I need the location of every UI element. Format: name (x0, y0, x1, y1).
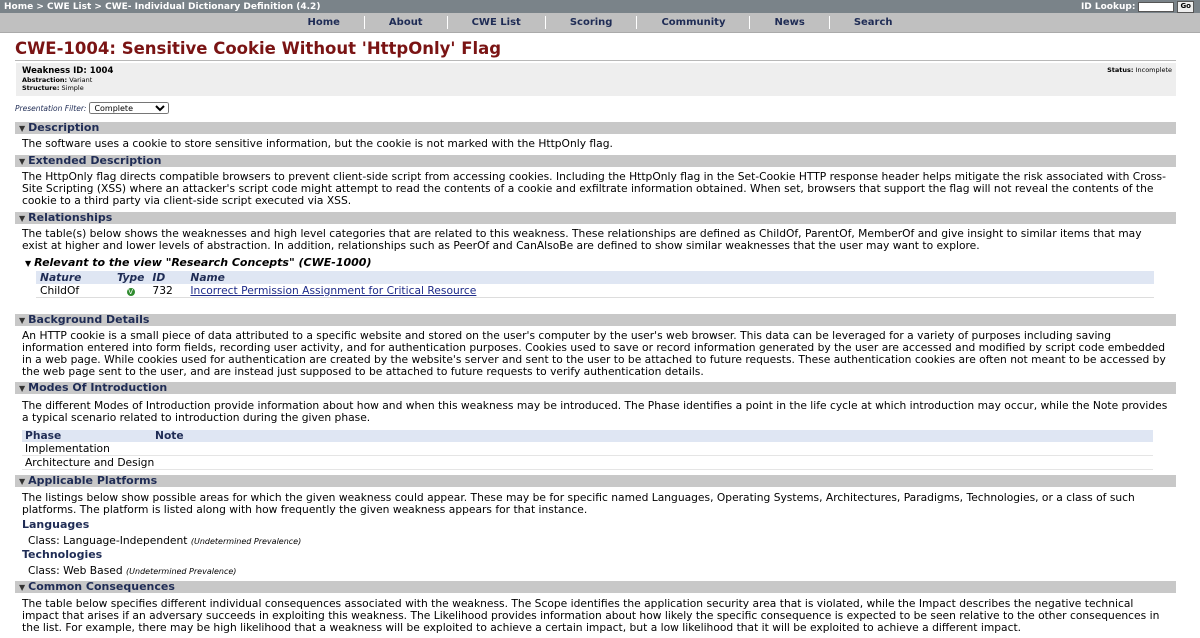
table-row: Architecture and Design (22, 456, 1153, 470)
nav-news[interactable]: News (750, 16, 830, 29)
col-name: Name (186, 271, 1154, 284)
technologies-class: Class: Web Based (Undetermined Prevalenc… (28, 564, 237, 577)
id-lookup-input[interactable] (1138, 1, 1175, 12)
consequences-section: ▼ Common Consequences The table below spe… (15, 581, 1176, 634)
languages-class: Class: Language-Independent (Undetermine… (28, 534, 302, 547)
id-lookup-label: ID Lookup: (1080, 1, 1136, 12)
table-row: Implementation (22, 442, 1153, 456)
consequences-header[interactable]: ▼ Common Consequences (15, 581, 1176, 593)
relationships-table: Nature Type ID Name ChildOf V 732 Incorr… (36, 271, 1154, 298)
modes-header[interactable]: ▼ Modes Of Introduction (15, 382, 1176, 394)
description-header[interactable]: ▼ Description (15, 122, 1176, 134)
related-weakness-link[interactable]: Incorrect Permission Assignment for Crit… (190, 284, 476, 297)
weakness-info-box: Weakness ID: 1004 Abstraction: Variant S… (16, 63, 1176, 96)
relationships-text: The table(s) below shows the weaknesses … (22, 227, 1142, 252)
title-divider (15, 60, 1176, 61)
extended-description-header[interactable]: ▼ Extended Description (15, 155, 1176, 167)
go-button[interactable]: Go (1177, 0, 1194, 13)
col-note: Note (155, 429, 184, 442)
relationships-section: ▼ Relationships The table(s) below shows … (15, 212, 1176, 252)
main-nav: Home About CWE List Scoring Community Ne… (0, 13, 1200, 33)
platforms-header[interactable]: ▼ Applicable Platforms (15, 475, 1176, 487)
platforms-text: The listings below show possible areas f… (22, 491, 1135, 516)
variant-icon: V (126, 288, 135, 296)
structure-line: Structure: Simple (22, 84, 84, 92)
col-type: Type (113, 271, 149, 284)
collapse-icon: ▼ (19, 157, 26, 166)
collapse-icon: ▼ (19, 124, 26, 133)
filter-label: Presentation Filter: (15, 103, 87, 113)
platforms-section: ▼ Applicable Platforms The listings below… (15, 475, 1176, 516)
background-text: An HTTP cookie is a small piece of data … (22, 329, 1166, 378)
collapse-icon: ▼ (19, 214, 26, 223)
phase-cell: Implementation (25, 442, 110, 455)
presentation-filter: Presentation Filter: Complete (15, 102, 170, 114)
abstraction-line: Abstraction: Variant (22, 76, 93, 84)
row-nature: ChildOf (36, 284, 113, 298)
filter-select[interactable]: Complete (89, 102, 170, 114)
status-badge: Status: Incomplete (1107, 66, 1172, 74)
modes-section: ▼ Modes Of Introduction The different Mod… (15, 382, 1176, 424)
relationships-header[interactable]: ▼ Relationships (15, 212, 1176, 224)
nav-cwe-list[interactable]: CWE List (448, 16, 546, 29)
nav-scoring[interactable]: Scoring (546, 16, 638, 29)
page-title: CWE-1004: Sensitive Cookie Without 'Http… (15, 39, 502, 58)
nav-about[interactable]: About (365, 16, 448, 29)
modes-table: Phase Note Implementation Architecture an… (22, 430, 1153, 470)
description-text: The software uses a cookie to store sens… (22, 137, 613, 150)
collapse-icon: ▼ (25, 259, 32, 268)
extended-description-text: The HttpOnly flag directs compatible bro… (22, 170, 1166, 207)
collapse-icon: ▼ (19, 384, 26, 393)
table-row: ChildOf V 732 Incorrect Permission Assig… (36, 284, 1154, 298)
col-nature: Nature (36, 271, 113, 284)
weakness-id: Weakness ID: 1004 (22, 66, 114, 76)
col-id: ID (148, 271, 187, 284)
collapse-icon: ▼ (19, 316, 26, 325)
row-id: 732 (148, 284, 187, 298)
background-section: ▼ Background Details An HTTP cookie is a … (15, 314, 1176, 378)
extended-description-section: ▼ Extended Description The HttpOnly flag … (15, 155, 1176, 207)
languages-heading: Languages (22, 518, 90, 531)
top-bar: Home > CWE List > CWE- Individual Dictio… (0, 0, 1200, 13)
collapse-icon: ▼ (19, 583, 26, 592)
nav-home[interactable]: Home (283, 16, 365, 29)
technologies-heading: Technologies (22, 548, 103, 561)
modes-text: The different Modes of Introduction prov… (22, 399, 1168, 424)
collapse-icon: ▼ (19, 477, 26, 486)
nav-search[interactable]: Search (830, 16, 917, 29)
consequences-text: The table below specifies different indi… (22, 597, 1160, 634)
phase-cell: Architecture and Design (25, 456, 155, 469)
nav-community[interactable]: Community (637, 16, 751, 29)
description-section: ▼ Description The software uses a cookie … (15, 122, 1176, 150)
view-header[interactable]: ▼ Relevant to the view "Research Concepts… (25, 256, 372, 269)
background-header[interactable]: ▼ Background Details (15, 314, 1176, 326)
col-phase: Phase (25, 429, 62, 442)
id-lookup: ID Lookup: Go (1080, 0, 1194, 13)
breadcrumb[interactable]: Home > CWE List > CWE- Individual Dictio… (4, 2, 320, 12)
